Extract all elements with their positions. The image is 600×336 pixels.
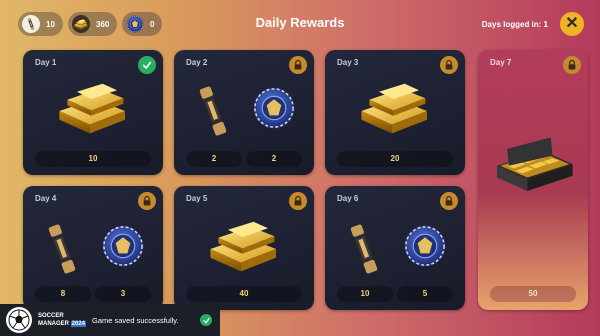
day-card-4[interactable]: Day 4 8 3 (23, 186, 163, 310)
day-card-5[interactable]: Day 5 40 (174, 186, 314, 310)
lock-icon (563, 56, 581, 74)
success-check-icon (200, 314, 212, 326)
briefcase-gold-icon (492, 138, 576, 202)
reward-amount: 3 (95, 286, 151, 302)
day-label: Day 6 (337, 194, 359, 203)
day-label: Day 3 (337, 58, 359, 67)
day-label: Day 7 (490, 58, 512, 67)
energy-drink-icon (43, 220, 81, 278)
energy-drink-icon (194, 82, 232, 140)
reward-amount: 20 (337, 151, 453, 167)
gold-bars-icon (53, 76, 133, 138)
day-card-2[interactable]: Day 2 2 2 (174, 50, 314, 175)
brand-line1: SOCCER (38, 313, 64, 319)
brand-year: 2024 (70, 321, 87, 327)
reward-amount: 40 (186, 286, 302, 302)
lock-icon (440, 56, 458, 74)
energy-drink-icon (345, 220, 383, 278)
toast-message: Game saved successfully. (92, 315, 179, 325)
day-label: Day 2 (186, 58, 208, 67)
gold-bars-icon (355, 76, 435, 138)
day-card-3[interactable]: Day 3 20 (325, 50, 465, 175)
lock-icon (440, 192, 458, 210)
days-logged-in: Days logged in: 1 (481, 20, 548, 29)
day-card-7[interactable]: Day 7 50 (478, 50, 588, 310)
soccer-ball-icon (6, 307, 32, 333)
coin-icon (101, 224, 145, 268)
lock-icon (289, 192, 307, 210)
close-icon: ✕ (565, 15, 579, 32)
gold-bars-icon (204, 214, 284, 276)
reward-amount: 10 (337, 286, 393, 302)
reward-amount: 10 (35, 151, 151, 167)
coin-icon (403, 224, 447, 268)
close-button[interactable]: ✕ (560, 12, 584, 36)
day-label: Day 5 (186, 194, 208, 203)
day-card-6[interactable]: Day 6 10 5 (325, 186, 465, 310)
lock-icon (289, 56, 307, 74)
day-label: Day 1 (35, 58, 57, 67)
lock-icon (138, 192, 156, 210)
day-label: Day 4 (35, 194, 57, 203)
reward-amount: 2 (186, 151, 242, 167)
brand-logo: SOCCER MANAGER 2024 (38, 312, 88, 328)
day-card-1[interactable]: Day 1 10 (23, 50, 163, 175)
claimed-check-icon (138, 56, 156, 74)
header-bar: 10 360 0 Daily Rewards Days logged in: 1… (0, 0, 600, 46)
reward-amount: 2 (246, 151, 302, 167)
rewards-window: 10 360 0 Daily Rewards Days logged in: 1… (0, 0, 600, 336)
brand-line2: MANAGER (38, 321, 69, 327)
coin-icon (252, 86, 296, 130)
reward-amount: 5 (397, 286, 453, 302)
save-toast: SOCCER MANAGER 2024 Game saved successfu… (0, 304, 220, 336)
reward-amount: 8 (35, 286, 91, 302)
reward-amount: 50 (490, 286, 576, 302)
